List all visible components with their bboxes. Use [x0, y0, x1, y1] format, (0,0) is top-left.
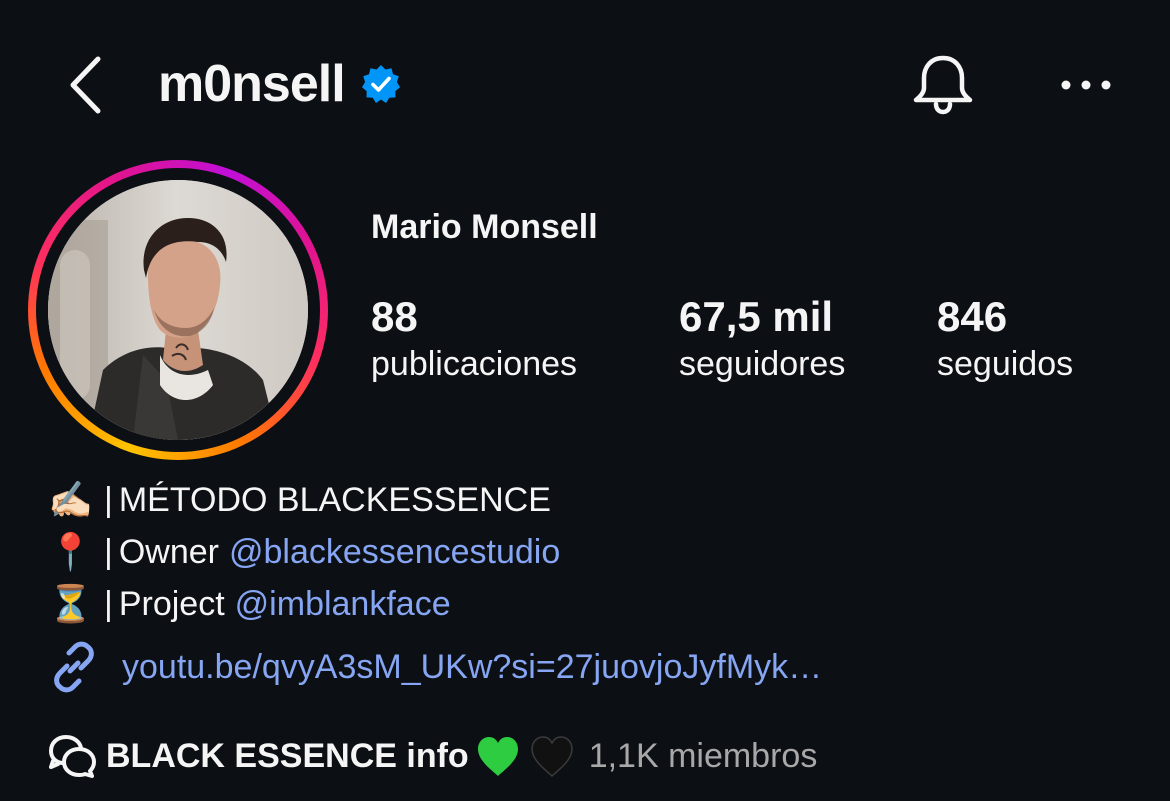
bell-icon: [913, 55, 973, 115]
broadcast-channel[interactable]: BLACK ESSENCE info 1,1K miembros: [48, 728, 817, 784]
followers-label: seguidores: [679, 345, 846, 383]
writing-hand-emoji: ✍🏻: [48, 479, 93, 520]
chat-bubbles-icon: [48, 731, 100, 781]
bio-separator: |: [104, 480, 113, 519]
bio: ✍🏻 | MÉTODO BLACKESSENCE 📍 | Owner @blac…: [48, 474, 560, 630]
bio-line: 📍 | Owner @blackessencestudio: [48, 526, 560, 578]
avatar[interactable]: [48, 180, 308, 440]
posts-count: 88: [371, 293, 418, 340]
mention-link[interactable]: @blackessencestudio: [229, 533, 560, 572]
followers-count: 67,5 mil: [679, 293, 834, 340]
bio-text: MÉTODO BLACKESSENCE: [118, 480, 551, 519]
chevron-left-icon: [70, 56, 101, 114]
story-ring[interactable]: [28, 160, 328, 460]
bio-separator: |: [104, 584, 113, 623]
external-link[interactable]: youtu.be/qvyA3sM_UKw?si=27juovjoJyfMyk…: [48, 640, 822, 694]
black-heart-icon: [527, 731, 577, 781]
mention-link[interactable]: @imblankface: [235, 585, 451, 624]
channel-name: BLACK ESSENCE info: [106, 736, 469, 775]
username-header: m0nsell: [158, 52, 401, 116]
pushpin-emoji: 📍: [48, 531, 93, 572]
channel-members: 1,1K miembros: [588, 736, 818, 775]
posts-label: publicaciones: [371, 345, 578, 383]
username: m0nsell: [158, 55, 346, 113]
back-button[interactable]: [60, 50, 110, 120]
followers-stat[interactable]: 67,5 mil seguidores: [679, 292, 845, 386]
link-icon: [48, 640, 104, 694]
following-label: seguidos: [937, 345, 1074, 383]
hourglass-emoji: ⏳: [48, 583, 93, 624]
full-name: Mario Monsell: [371, 208, 598, 246]
notifications-button[interactable]: [906, 50, 980, 120]
bio-text: Project: [118, 584, 225, 623]
more-horizontal-icon: [1061, 80, 1111, 90]
verified-badge-icon: [361, 64, 401, 104]
profile-photo: [48, 180, 308, 440]
bio-separator: |: [104, 532, 113, 571]
bio-line: ✍🏻 | MÉTODO BLACKESSENCE: [48, 474, 560, 526]
bio-text: Owner: [118, 532, 219, 571]
link-url[interactable]: youtu.be/qvyA3sM_UKw?si=27juovjoJyfMyk…: [122, 648, 822, 687]
more-options-button[interactable]: [1054, 60, 1118, 110]
bio-line: ⏳ | Project @imblankface: [48, 578, 560, 630]
following-stat[interactable]: 846 seguidos: [937, 292, 1073, 386]
following-count: 846: [937, 293, 1008, 340]
posts-stat[interactable]: 88 publicaciones: [371, 292, 577, 386]
green-heart-icon: [473, 731, 523, 781]
